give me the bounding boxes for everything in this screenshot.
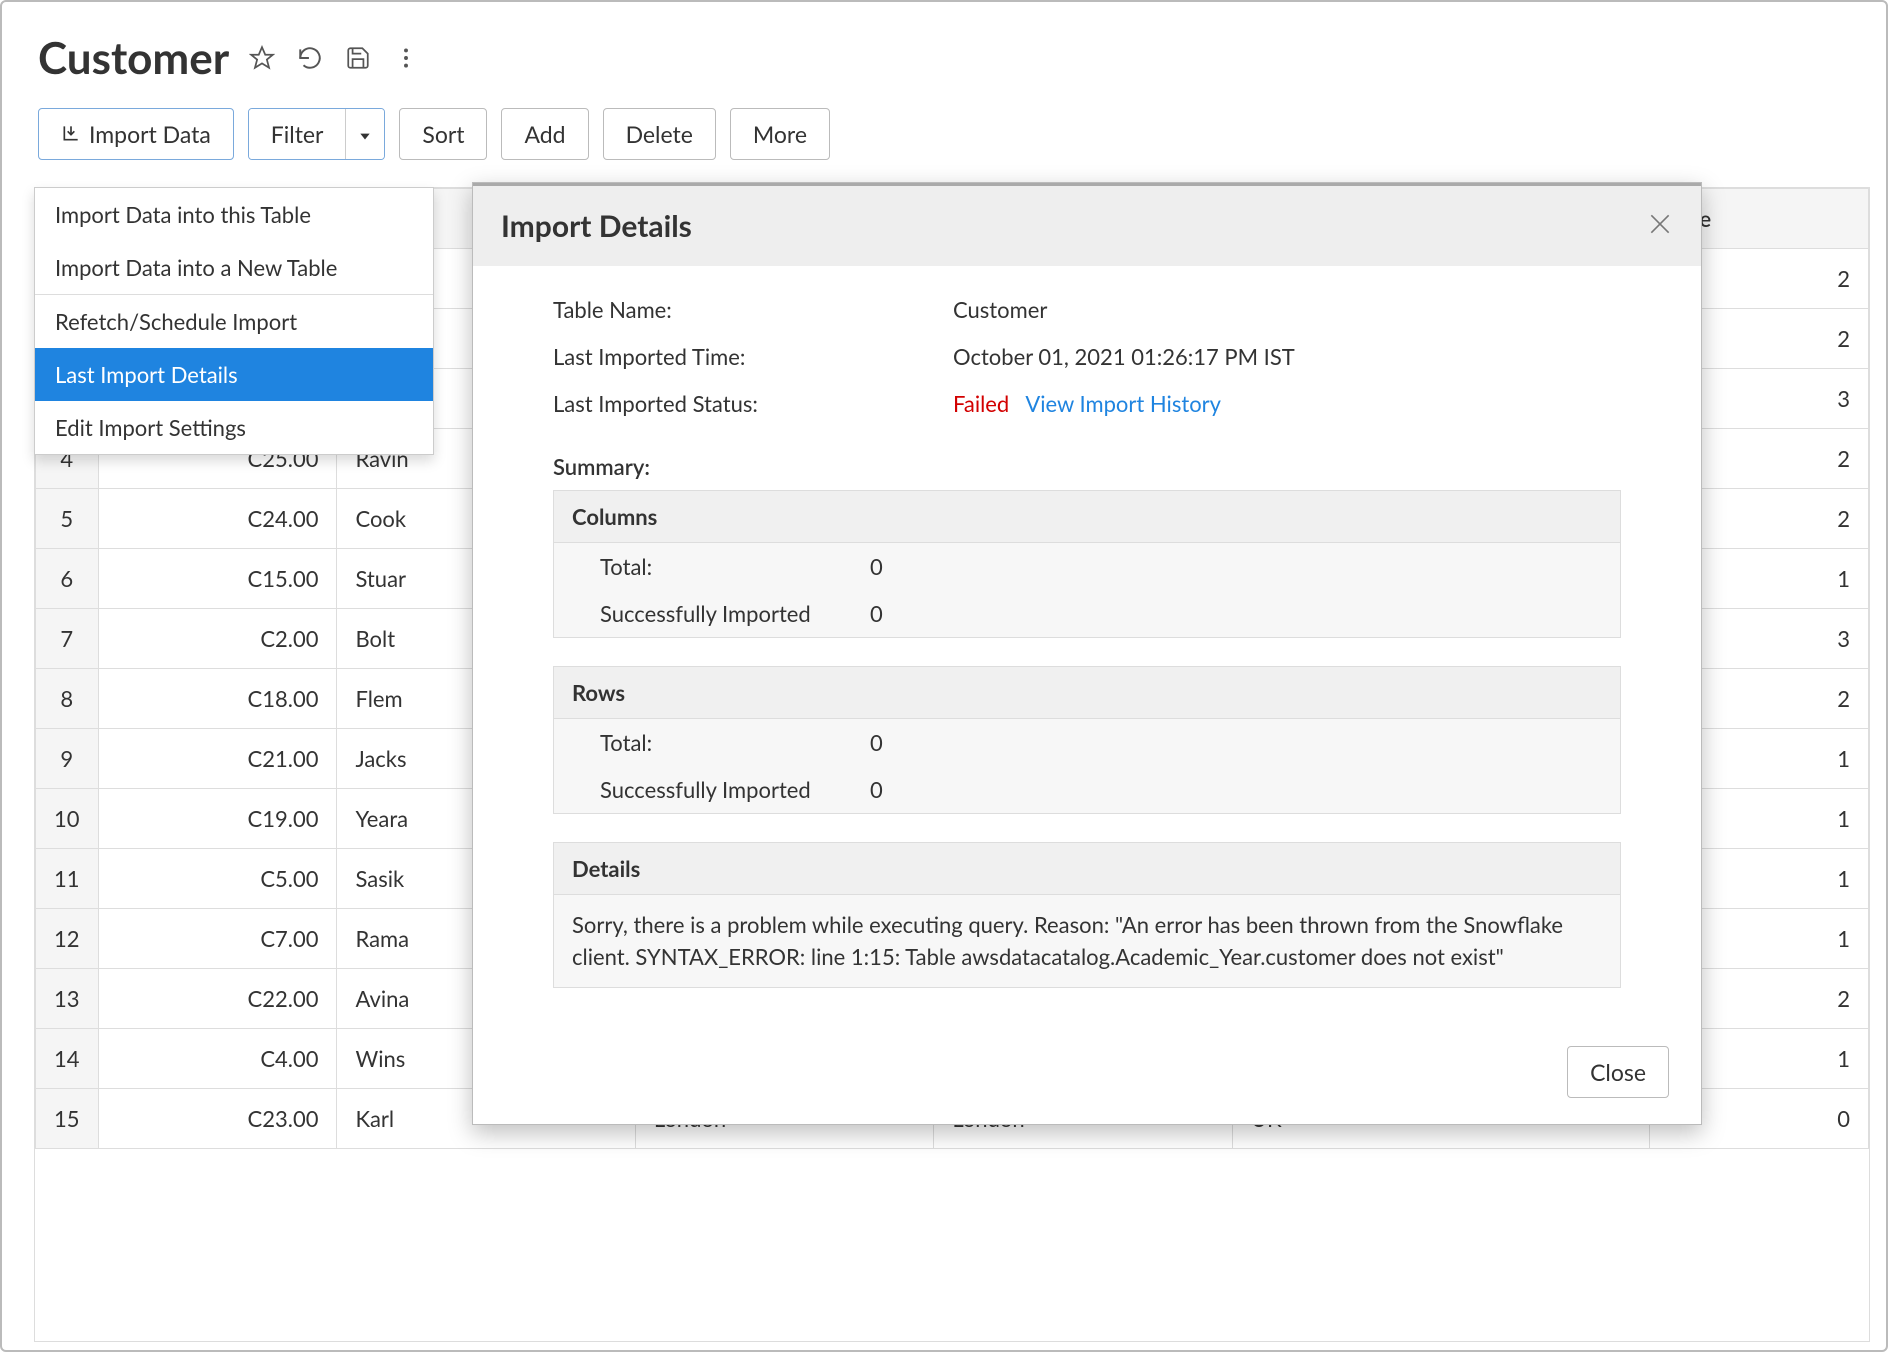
row-number: 15: [36, 1089, 99, 1149]
cell-custid[interactable]: C7.00: [98, 909, 337, 969]
table-name-value: Customer: [953, 296, 1047, 323]
cell-custid[interactable]: C2.00: [98, 609, 337, 669]
last-time-label: Last Imported Time:: [553, 343, 953, 370]
cell-custid[interactable]: C21.00: [98, 729, 337, 789]
summary-columns-title: Columns: [554, 491, 1620, 543]
row-number: 6: [36, 549, 99, 609]
import-data-button[interactable]: Import Data: [38, 108, 234, 160]
dd-import-into-new[interactable]: Import Data into a New Table: [35, 241, 433, 294]
delete-button[interactable]: Delete: [603, 108, 716, 160]
refresh-icon[interactable]: [295, 43, 325, 73]
chevron-down-icon[interactable]: [345, 109, 384, 159]
modal-title: Import Details: [501, 208, 692, 244]
cols-total-label: Total:: [600, 553, 870, 580]
cell-custid[interactable]: C4.00: [98, 1029, 337, 1089]
cell-custid[interactable]: C5.00: [98, 849, 337, 909]
import-details-modal: Import Details Table Name: Customer Last…: [472, 182, 1702, 1125]
cell-custid[interactable]: C18.00: [98, 669, 337, 729]
cell-custid[interactable]: C22.00: [98, 969, 337, 1029]
table-name-label: Table Name:: [553, 296, 953, 323]
save-icon[interactable]: [343, 43, 373, 73]
details-title: Details: [554, 843, 1620, 895]
close-button[interactable]: Close: [1567, 1046, 1669, 1098]
last-status-label: Last Imported Status:: [553, 390, 953, 417]
row-number: 12: [36, 909, 99, 969]
filter-button[interactable]: Filter: [248, 108, 386, 160]
row-number: 10: [36, 789, 99, 849]
more-button[interactable]: More: [730, 108, 830, 160]
row-number: 11: [36, 849, 99, 909]
row-number: 14: [36, 1029, 99, 1089]
rows-total-value: 0: [870, 729, 883, 756]
import-icon: [61, 120, 81, 148]
rows-succ-value: 0: [870, 776, 883, 803]
page-title: Customer: [38, 32, 229, 84]
cols-succ-label: Successfully Imported: [600, 600, 870, 627]
cell-custid[interactable]: C19.00: [98, 789, 337, 849]
summary-columns: Columns Total: 0 Successfully Imported 0: [553, 490, 1621, 638]
summary-label: Summary:: [553, 453, 1621, 480]
summary-rows-title: Rows: [554, 667, 1620, 719]
details-text: Sorry, there is a problem while executin…: [554, 895, 1620, 987]
sort-button[interactable]: Sort: [399, 108, 487, 160]
dd-refetch[interactable]: Refetch/Schedule Import: [35, 295, 433, 348]
rows-succ-label: Successfully Imported: [600, 776, 870, 803]
details-box: Details Sorry, there is a problem while …: [553, 842, 1621, 988]
close-icon[interactable]: [1647, 208, 1673, 244]
rows-total-label: Total:: [600, 729, 870, 756]
view-import-history-link[interactable]: View Import History: [1025, 390, 1221, 417]
more-vert-icon[interactable]: [391, 43, 421, 73]
import-label: Import Data: [89, 120, 211, 148]
cell-custid[interactable]: C24.00: [98, 489, 337, 549]
import-dropdown: Import Data into this Table Import Data …: [34, 187, 434, 455]
last-time-value: October 01, 2021 01:26:17 PM IST: [953, 343, 1295, 370]
cell-custid[interactable]: C15.00: [98, 549, 337, 609]
cell-custid[interactable]: C23.00: [98, 1089, 337, 1149]
row-number: 8: [36, 669, 99, 729]
summary-rows: Rows Total: 0 Successfully Imported 0: [553, 666, 1621, 814]
dd-import-into-this[interactable]: Import Data into this Table: [35, 188, 433, 241]
row-number: 7: [36, 609, 99, 669]
row-number: 9: [36, 729, 99, 789]
last-status-value: Failed: [953, 390, 1009, 417]
star-icon[interactable]: [247, 43, 277, 73]
dd-edit-import-settings[interactable]: Edit Import Settings: [35, 401, 433, 454]
row-number: 13: [36, 969, 99, 1029]
filter-label[interactable]: Filter: [249, 109, 346, 159]
cols-succ-value: 0: [870, 600, 883, 627]
cols-total-value: 0: [870, 553, 883, 580]
dd-last-import-details[interactable]: Last Import Details: [35, 348, 433, 401]
row-number: 5: [36, 489, 99, 549]
add-button[interactable]: Add: [501, 108, 588, 160]
